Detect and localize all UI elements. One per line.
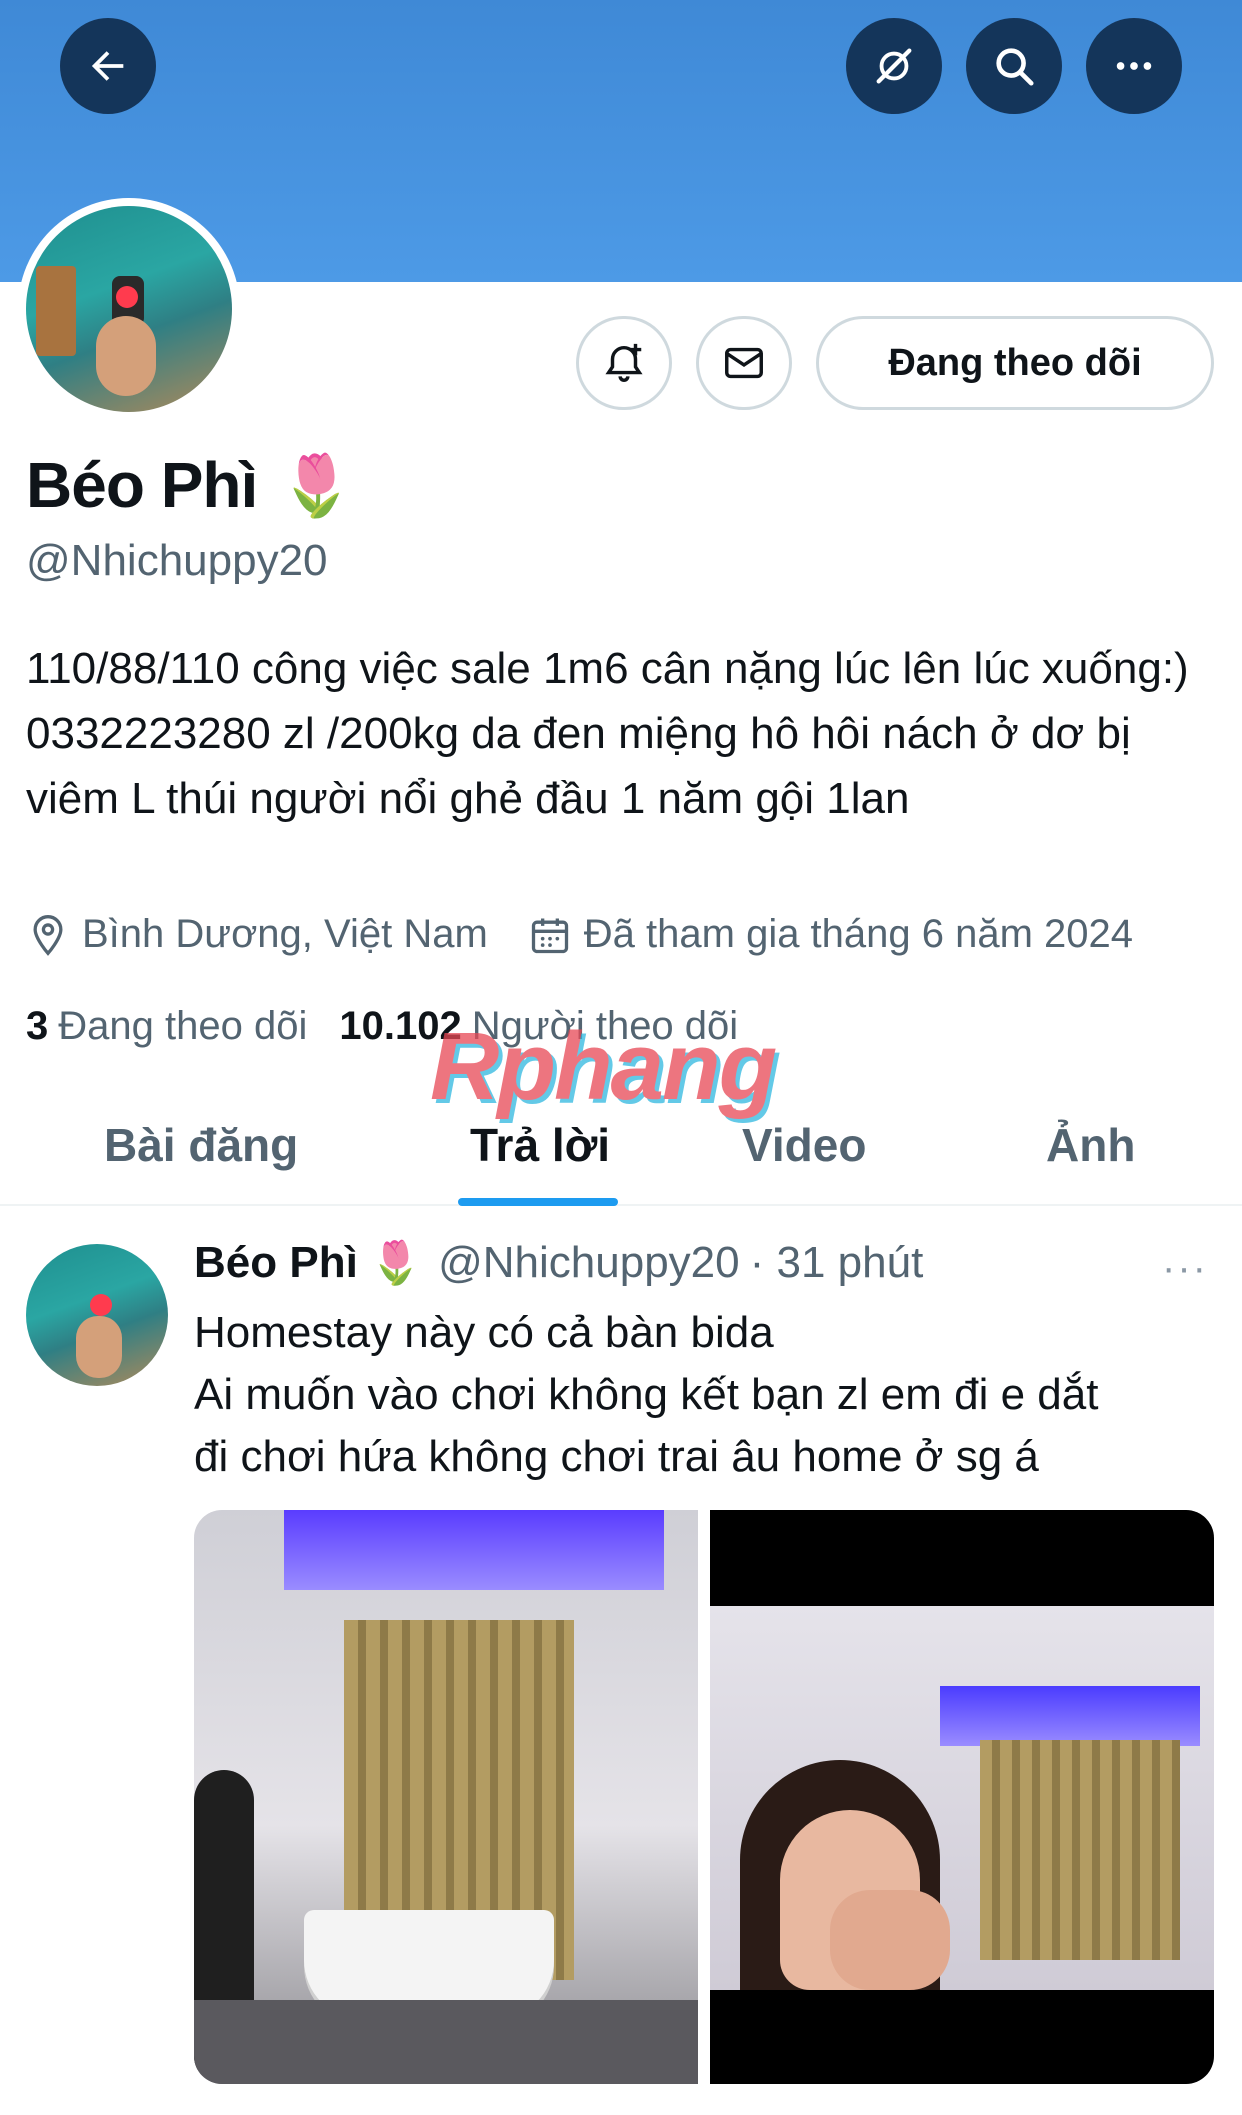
grok-button[interactable] <box>846 18 942 114</box>
tab-replies[interactable]: Trả lời <box>470 1118 610 1172</box>
grok-icon <box>876 48 912 84</box>
post-author-emoji: 🌷 <box>369 1238 423 1286</box>
post-text-line: đi chơi hứa không chơi trai âu home ở sg… <box>194 1432 1039 1481</box>
calendar-icon <box>531 918 568 953</box>
post-author-handle[interactable]: @Nhichuppy20 <box>438 1238 740 1288</box>
tab-posts[interactable]: Bài đăng <box>104 1118 298 1172</box>
post-more-button[interactable]: ··· <box>1162 1246 1208 1291</box>
post-text-line: Homestay này có cả bàn bida <box>194 1308 774 1357</box>
profile-bio: 110/88/110 công việc sale 1m6 cân nặng l… <box>26 644 1189 823</box>
profile-handle: @Nhichuppy20 <box>26 536 328 585</box>
back-button[interactable] <box>60 18 156 114</box>
profile-joined: Đã tham gia tháng 6 năm 2024 <box>583 912 1134 956</box>
active-tab-indicator <box>458 1198 618 1206</box>
search-icon <box>996 48 1034 86</box>
post-text: Homestay này có cả bàn bida Ai muốn vào … <box>194 1302 1214 1488</box>
tab-photos[interactable]: Ảnh <box>1046 1118 1135 1172</box>
back-arrow-icon <box>91 51 124 81</box>
post-avatar[interactable] <box>26 1244 168 1386</box>
post-time[interactable]: · 31 phút <box>750 1238 924 1288</box>
profile-name-text: Béo Phì <box>26 449 258 521</box>
post-text-line: Ai muốn vào chơi không kết bạn zl em đi … <box>194 1370 1099 1419</box>
profile-name: Béo Phì 🌷 <box>26 448 354 522</box>
profile-location: Bình Dương, Việt Nam <box>82 912 488 956</box>
more-icon <box>1116 62 1152 70</box>
avatar-image <box>26 206 232 412</box>
mail-icon <box>725 347 763 379</box>
message-button[interactable] <box>696 316 792 410</box>
following-button[interactable]: Đang theo dõi <box>816 316 1214 410</box>
post-author-name[interactable]: Béo Phì <box>194 1238 358 1288</box>
following-count: 3 <box>26 1004 49 1048</box>
bell-plus-icon <box>605 343 643 382</box>
search-button[interactable] <box>966 18 1062 114</box>
post-header: Béo Phì 🌷 @Nhichuppy20 · 31 phút <box>194 1238 923 1288</box>
following-link[interactable]: 3 Đang theo dõi <box>26 1004 307 1049</box>
profile-tabs: Bài đăng Trả lời Video Ảnh <box>0 1096 1242 1206</box>
more-options-button[interactable] <box>1086 18 1182 114</box>
tulip-emoji: 🌷 <box>279 451 354 519</box>
profile-meta: Bình Dương, Việt Nam Đã tham gia tháng 6… <box>26 912 1133 957</box>
post-photo-selfie[interactable] <box>710 1510 1214 2084</box>
post-photo-bathtub[interactable] <box>194 1510 698 2084</box>
location-icon <box>33 914 63 956</box>
profile-avatar[interactable] <box>18 198 240 420</box>
notify-button[interactable] <box>576 316 672 410</box>
tab-videos[interactable]: Video <box>742 1118 866 1172</box>
following-label: Đang theo dõi <box>58 1004 308 1048</box>
